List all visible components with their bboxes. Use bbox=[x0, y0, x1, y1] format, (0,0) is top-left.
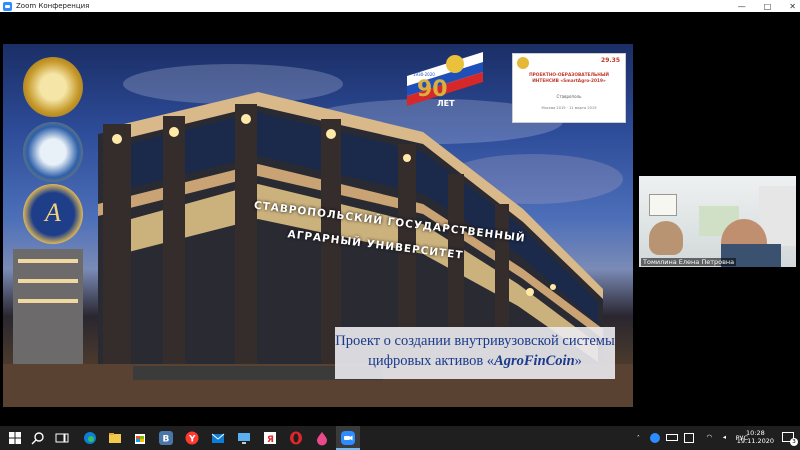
store-icon[interactable] bbox=[132, 430, 148, 446]
zoom-taskbar-button[interactable] bbox=[336, 426, 360, 450]
window-title: Zoom Конференция bbox=[16, 2, 90, 10]
banner-line1: Проект о создании внутривузовской систем… bbox=[335, 333, 615, 349]
search-icon[interactable] bbox=[30, 430, 46, 446]
slide-caption-banner: Проект о создании внутривузовской систем… bbox=[335, 327, 615, 379]
faculty-crest-logo bbox=[23, 57, 83, 117]
wall-poster bbox=[649, 194, 677, 216]
chevron-up-icon[interactable]: ˄ bbox=[637, 434, 640, 442]
participant-1 bbox=[649, 221, 683, 255]
banner-line2-suffix: » bbox=[574, 353, 582, 369]
windows-taskbar: В Y Я ˄ ◠ ◂ РУС 10:28 19.11.2020 3 bbox=[0, 426, 800, 450]
meeting-stage: СТАВРОПОЛЬСКИЙ ГОСУДАРСТВЕННЫЙ АГРАРНЫЙ … bbox=[0, 12, 800, 426]
zoom-app-icon bbox=[341, 431, 355, 445]
opera-browser-icon[interactable] bbox=[288, 430, 304, 446]
yandex-browser-icon[interactable]: Y bbox=[184, 430, 200, 446]
minimize-button[interactable]: — bbox=[738, 2, 746, 11]
poster-number: 29.35 bbox=[601, 57, 620, 64]
anniversary-90-badge: 1930-2020 90 ЛЕТ bbox=[407, 52, 483, 108]
university-crest-logo bbox=[23, 122, 83, 182]
battery-icon[interactable] bbox=[666, 434, 678, 441]
clock-time: 10:28 bbox=[746, 429, 765, 437]
file-explorer-icon[interactable] bbox=[107, 430, 123, 446]
participant-name-label: Томилина Елена Петровна bbox=[641, 258, 737, 266]
svg-text:Я: Я bbox=[267, 435, 274, 445]
clock-date: 19.11.2020 bbox=[736, 437, 774, 445]
drop-app-icon[interactable] bbox=[314, 430, 330, 446]
monogram-letter-icon: A bbox=[45, 198, 61, 227]
close-button[interactable]: ✕ bbox=[789, 2, 796, 11]
task-view-icon[interactable] bbox=[54, 430, 70, 446]
poster-emblem-icon bbox=[517, 57, 529, 69]
monogram-logo: A bbox=[23, 184, 83, 244]
svg-text:Y: Y bbox=[188, 435, 196, 445]
event-poster: 29.35 ПРОЕКТНО-ОБРАЗОВАТЕЛЬНЫЙ ИНТЕНСИВ … bbox=[512, 53, 626, 123]
poster-title: ПРОЕКТНО-ОБРАЗОВАТЕЛЬНЫЙ ИНТЕНСИВ «Smart… bbox=[529, 73, 609, 84]
vk-icon[interactable]: В bbox=[158, 430, 174, 446]
monitor-icon[interactable] bbox=[236, 430, 252, 446]
banner-project-name: AgroFinCoin bbox=[494, 353, 575, 369]
maximize-button[interactable]: □ bbox=[764, 2, 772, 11]
notification-count-badge: 3 bbox=[790, 438, 798, 446]
wifi-icon[interactable]: ◠ bbox=[706, 433, 712, 441]
speaker-icon[interactable]: ◂ bbox=[723, 433, 726, 441]
zoom-app-icon bbox=[3, 1, 12, 11]
svg-text:В: В bbox=[163, 435, 170, 445]
shared-screen-slide: СТАВРОПОЛЬСКИЙ ГОСУДАРСТВЕННЫЙ АГРАРНЫЙ … bbox=[3, 44, 633, 407]
windows-start-icon[interactable] bbox=[7, 430, 23, 446]
banner-line2-prefix: цифровых активов « bbox=[368, 353, 495, 369]
mail-icon[interactable] bbox=[210, 430, 226, 446]
clock[interactable]: 10:28 19.11.2020 bbox=[737, 429, 774, 445]
poster-dates: Москва 2019 · 11 марта 2019 bbox=[541, 106, 597, 110]
banner-line2: цифровых активов «AgroFinCoin» bbox=[335, 351, 615, 371]
poster-city: Ставрополь bbox=[556, 94, 582, 99]
participant-video-tile[interactable]: Томилина Елена Петровна bbox=[639, 176, 796, 267]
zoom-tray-icon[interactable] bbox=[650, 433, 660, 443]
network-icon[interactable] bbox=[684, 433, 694, 443]
edge-browser-icon[interactable] bbox=[82, 430, 98, 446]
yandex-app-icon[interactable]: Я bbox=[262, 430, 278, 446]
badge-word: ЛЕТ bbox=[437, 99, 455, 108]
window-titlebar: Zoom Конференция — □ ✕ bbox=[0, 0, 800, 12]
